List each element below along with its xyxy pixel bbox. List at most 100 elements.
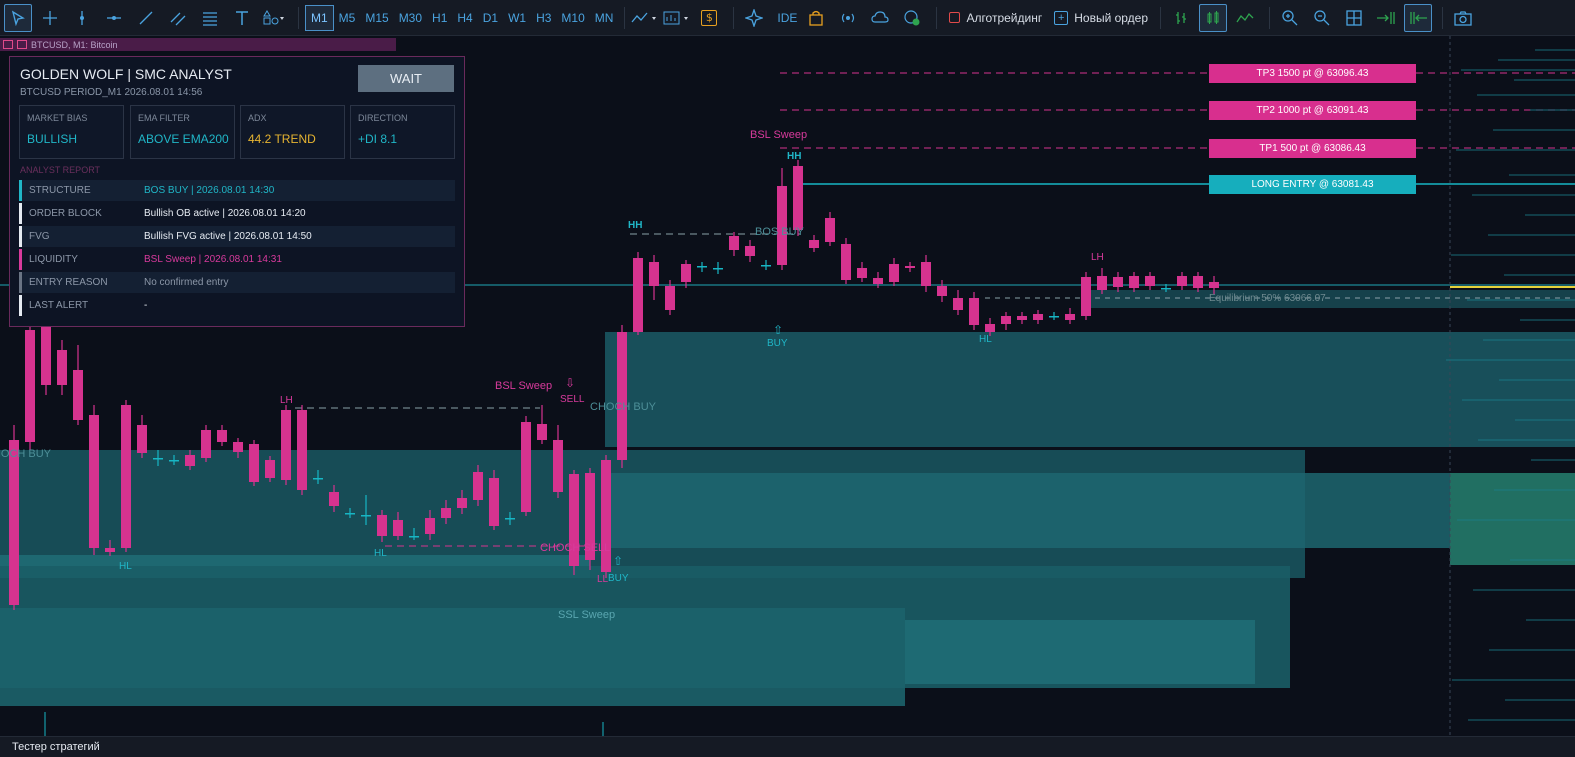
vertical-line-tool-icon[interactable] [68, 4, 96, 32]
candle-body [425, 518, 435, 534]
report-row-liquidity: LIQUIDITY BSL Sweep | 2026.08.01 14:31 [19, 249, 455, 270]
bsl-sweep-mid: BSL Sweep [495, 380, 553, 392]
candle-body [185, 455, 195, 466]
lh-right-label: LH [1091, 252, 1104, 263]
text-tool-icon[interactable] [228, 4, 256, 32]
auto-scroll-icon[interactable] [1372, 4, 1400, 32]
timeframe-h1[interactable]: H1 [427, 5, 452, 31]
candle-body [121, 405, 131, 548]
fvg-zone [605, 473, 1305, 548]
cursor-tool-icon[interactable] [4, 3, 32, 32]
report-row-entry-reason: ENTRY REASON No confirmed entry [19, 272, 455, 293]
candle-body [281, 410, 291, 480]
timeframe-m1[interactable]: M1 [305, 4, 334, 31]
candle-body [553, 440, 563, 492]
screenshot-camera-icon[interactable] [1449, 4, 1477, 32]
card-label: EMA FILTER [138, 113, 190, 123]
candle-body [745, 246, 755, 256]
ide-button[interactable]: IDE [772, 5, 802, 31]
new-order-plus-icon: + [1054, 10, 1069, 25]
timeframe-m15[interactable]: M15 [360, 5, 393, 31]
candle-body [377, 515, 387, 536]
timeframe-h3[interactable]: H3 [531, 5, 556, 31]
candle-body [57, 350, 67, 385]
crosshair-tool-icon[interactable] [36, 4, 64, 32]
hl-right-label: HL [979, 334, 992, 345]
candle-body [489, 478, 499, 526]
cloud-icon[interactable] [866, 4, 894, 32]
line-chart-icon[interactable] [1231, 4, 1259, 32]
indicators-icon[interactable] [631, 4, 659, 32]
market-bag-icon[interactable] [802, 4, 830, 32]
bar-chart-icon[interactable] [1167, 4, 1195, 32]
signals-sparkle-icon[interactable] [740, 4, 768, 32]
timeframe-m5[interactable]: M5 [334, 5, 361, 31]
adx-card: ADX 44.2 TREND [240, 105, 345, 159]
candle-body [505, 518, 515, 520]
timeframe-mn[interactable]: MN [590, 5, 619, 31]
candle-body [857, 268, 867, 278]
timeframe-d1[interactable]: D1 [478, 5, 503, 31]
toolbar-separator [936, 6, 938, 29]
panel-title: GOLDEN WOLF | SMC ANALYST [20, 66, 232, 82]
candle-body [153, 458, 163, 460]
vps-globe-icon[interactable] [898, 4, 926, 32]
fibonacci-tool-icon[interactable] [196, 4, 224, 32]
candle-body [361, 515, 371, 517]
fvg-zone-right [1450, 473, 1575, 565]
timeframe-h4[interactable]: H4 [452, 5, 477, 31]
tile-windows-icon[interactable] [1340, 4, 1368, 32]
ssl-sweep-label: SSL Sweep [558, 609, 616, 621]
candle-body [1113, 277, 1123, 287]
hh-top-label: HH [787, 151, 802, 162]
panel-subtitle: BTCUSD PERIOD_M1 2026.08.01 14:56 [20, 87, 203, 98]
timeframe-w1[interactable]: W1 [503, 5, 531, 31]
candle-body [905, 266, 915, 268]
templates-icon[interactable] [663, 4, 691, 32]
trendline-tool-icon[interactable] [132, 4, 160, 32]
candle-body [265, 460, 275, 478]
hh-left-label: HH [628, 220, 643, 231]
candle-body [137, 425, 147, 453]
row-label: ORDER BLOCK [29, 208, 102, 219]
timeframe-m10[interactable]: M10 [556, 5, 589, 31]
candle-body [697, 266, 707, 268]
card-value: BULLISH [27, 132, 78, 146]
candle-body [649, 262, 659, 286]
card-value: +DI 8.1 [358, 132, 398, 146]
new-order-button[interactable]: + Новый ордер [1048, 10, 1154, 25]
candle-body [1177, 276, 1187, 286]
card-value: ABOVE EMA200 [138, 132, 229, 146]
candle-body [473, 472, 483, 500]
card-value: 44.2 TREND [248, 132, 316, 146]
horizontal-line-tool-icon[interactable] [100, 4, 128, 32]
algotrading-stop-icon [949, 12, 961, 23]
chart-lock-icon [17, 40, 27, 49]
market-dollar-icon[interactable]: $ [695, 4, 723, 32]
shapes-tool-icon[interactable] [260, 4, 288, 32]
zoom-in-icon[interactable] [1276, 4, 1304, 32]
hl-mid-label: HL [374, 548, 387, 559]
toolbar-separator [1442, 6, 1444, 29]
symbol-label: BTCUSD, M1: Bitcoin [31, 39, 118, 50]
candlestick-chart-icon[interactable] [1199, 3, 1228, 32]
algotrading-label: Алготрейдинг [966, 10, 1043, 25]
channel-tool-icon[interactable] [164, 4, 192, 32]
timeframe-m30[interactable]: M30 [394, 5, 427, 31]
algotrading-button[interactable]: Алготрейдинг [943, 11, 1048, 25]
candle-body [617, 332, 627, 460]
direction-card: DIRECTION +DI 8.1 [350, 105, 455, 159]
candle-body [1065, 314, 1075, 320]
strategy-tester-tab[interactable]: Тестер стратегий [0, 736, 1575, 757]
candle-body [1001, 316, 1011, 324]
candle-body [1049, 316, 1059, 318]
candle-body [457, 498, 467, 508]
signal-broadcast-icon[interactable] [834, 4, 862, 32]
signal-status-button[interactable]: WAIT [358, 65, 454, 92]
chart-shift-icon[interactable] [1404, 3, 1433, 32]
toolbar-separator [1160, 6, 1162, 29]
candle-body [89, 415, 99, 548]
row-indicator [19, 249, 22, 270]
main-toolbar: M1 M5 M15 M30 H1 H4 D1 W1 H3 M10 MN $ ID… [0, 0, 1575, 36]
zoom-out-icon[interactable] [1308, 4, 1336, 32]
